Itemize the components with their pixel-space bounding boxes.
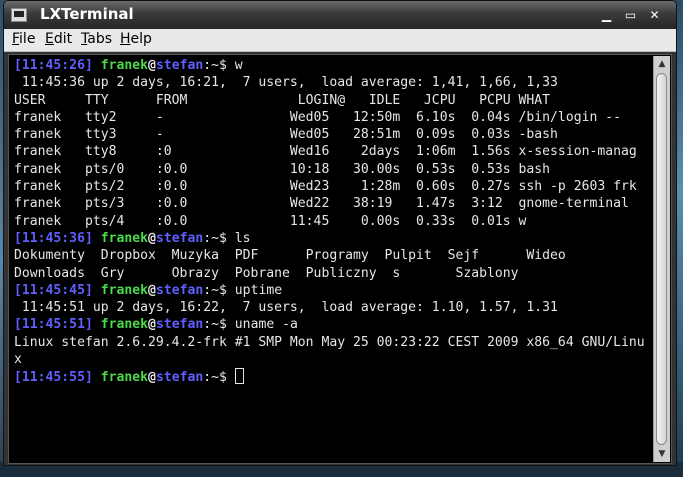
menu-edit[interactable]: Edit (45, 31, 72, 47)
menu-bar: File Edit Tabs Help (4, 29, 676, 52)
prompt-host: stefan (155, 282, 204, 298)
scroll-down-arrow-icon[interactable]: ▼ (655, 447, 669, 461)
prompt-at: @ (148, 58, 156, 73)
prompt-host: stefan (155, 370, 204, 386)
minimize-button[interactable]: ▁ (599, 8, 614, 23)
prompt-path: :~$ (203, 317, 235, 333)
prompt-path: :~$ (203, 230, 235, 246)
terminal-output[interactable]: [11:45:26] franek@stefan:~$ w 11:45:36 u… (14, 57, 650, 461)
output-line: 11:45:51 up 2 days, 16:22, 7 users, load… (14, 300, 558, 316)
prompt-line: [11:45:26] franek@stefan:~$ w (14, 57, 650, 74)
prompt-at: @ (148, 282, 156, 298)
prompt-at: @ (148, 230, 156, 246)
output-line: 11:45:36 up 2 days, 16:21, 7 users, load… (14, 75, 558, 91)
prompt-host: stefan (155, 58, 204, 73)
menu-tabs[interactable]: Tabs (81, 31, 112, 47)
window-title: LXTerminal (40, 5, 134, 23)
prompt-line: [11:45:51] franek@stefan:~$ uname -a (14, 316, 650, 333)
menu-help-mnemonic: H (120, 31, 131, 47)
menu-help[interactable]: Help (120, 31, 152, 47)
output-line: franek pts/2 :0.0 Wed23 1:28m 0.60s 0.27… (14, 179, 637, 195)
terminal-window: LXTerminal ▁ ▭ ✕ File Edit Tabs Help [11… (3, 0, 677, 466)
prompt-timestamp: [11:45:26] (14, 58, 93, 73)
output-line: franek pts/4 :0.0 11:45 0.00s 0.33s 0.01… (14, 213, 527, 229)
prompt-line: [11:45:36] franek@stefan:~$ ls (14, 230, 650, 247)
menu-file-label: ile (19, 31, 36, 47)
output-line: x (14, 352, 22, 368)
output-line: franek pts/3 :0.0 Wed22 38:19 1.47s 3:12… (14, 196, 629, 212)
menu-help-label: elp (130, 31, 152, 47)
menu-file-mnemonic: F (12, 31, 20, 47)
command-text: uptime (234, 282, 283, 298)
output-line: Linux stefan 2.6.29.4.2-frk #1 SMP Mon M… (14, 334, 645, 350)
output-line: franek pts/0 :0.0 10:18 30.00s 0.53s 0.5… (14, 161, 551, 177)
prompt-host: stefan (155, 317, 204, 333)
output-line: franek tty8 :0 Wed16 2days 1:06m 1.56s x… (14, 144, 637, 160)
prompt-timestamp: [11:45:55] (14, 370, 93, 386)
command-text: w (234, 58, 243, 73)
terminal-app-icon (11, 8, 27, 22)
prompt-timestamp: [11:45:51] (14, 317, 93, 333)
prompt-at: @ (148, 370, 156, 386)
prompt-line: [11:45:55] franek@stefan:~$ (14, 368, 650, 385)
prompt-user: franek (100, 230, 149, 246)
maximize-button[interactable]: ▭ (623, 8, 638, 23)
prompt-path: :~$ (203, 282, 235, 298)
prompt-at: @ (148, 317, 156, 333)
scroll-up-arrow-icon[interactable]: ▲ (655, 57, 669, 71)
close-button[interactable]: ✕ (647, 8, 662, 23)
command-text: ls (234, 230, 251, 246)
prompt-user: franek (100, 370, 149, 386)
prompt-user: franek (100, 58, 149, 73)
vertical-scrollbar[interactable]: ▲ ▼ (653, 56, 670, 462)
menu-file[interactable]: File (12, 31, 35, 47)
prompt-path: :~$ (203, 370, 235, 386)
title-bar[interactable]: LXTerminal ▁ ▭ ✕ (4, 1, 676, 29)
prompt-path: :~$ (203, 58, 235, 73)
prompt-timestamp: [11:45:36] (14, 230, 93, 246)
scrollbar-thumb[interactable] (656, 73, 667, 445)
terminal-area[interactable]: [11:45:26] franek@stefan:~$ w 11:45:36 u… (8, 54, 672, 464)
output-line: franek tty2 - Wed05 12:50m 6.10s 0.04s /… (14, 109, 621, 125)
output-line: Downloads Gry Obrazy Pobrane Publiczny s… (14, 265, 519, 281)
menu-edit-mnemonic: E (45, 31, 54, 47)
text-cursor (234, 368, 244, 385)
menu-tabs-label: abs (87, 31, 112, 47)
prompt-timestamp: [11:45:45] (14, 282, 93, 298)
prompt-user: franek (100, 317, 149, 333)
prompt-user: franek (100, 282, 149, 298)
output-line: USER TTY FROM LOGIN@ IDLE JCPU PCPU WHAT (14, 92, 551, 108)
command-text: uname -a (234, 317, 298, 333)
output-line: franek tty3 - Wed05 28:51m 0.09s 0.03s -… (14, 127, 558, 143)
prompt-line: [11:45:45] franek@stefan:~$ uptime (14, 282, 650, 299)
output-line: Dokumenty Dropbox Muzyka PDF Programy Pu… (14, 248, 566, 264)
prompt-host: stefan (155, 230, 204, 246)
menu-edit-label: dit (53, 31, 73, 47)
